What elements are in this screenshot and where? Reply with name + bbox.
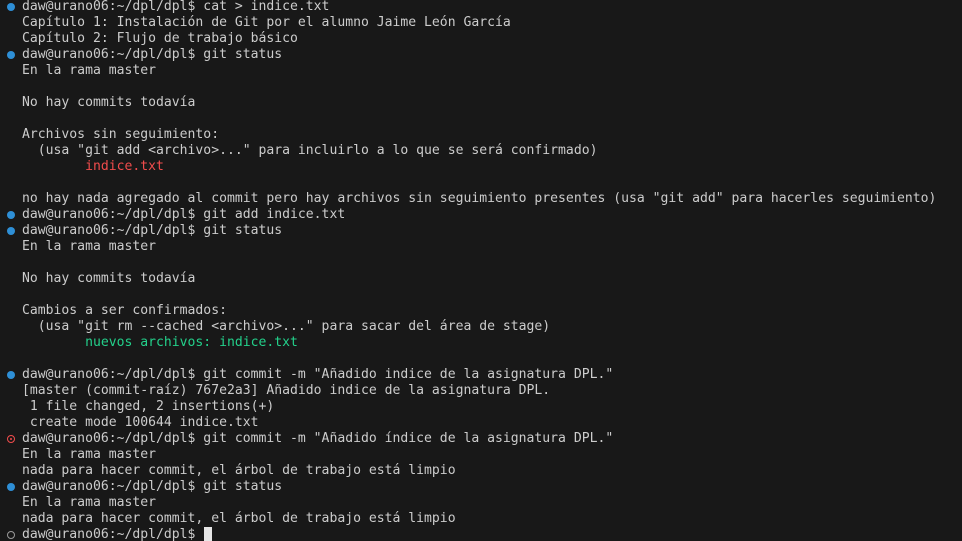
output-line: nada para hacer commit, el árbol de trab… <box>0 463 962 479</box>
prompt-line: daw@urano06:~/dpl/dpl$ git add indice.tx… <box>0 207 962 223</box>
output-line: Archivos sin seguimiento: <box>0 127 962 143</box>
output-line: Cambios a ser confirmados: <box>0 303 962 319</box>
line-text: En la rama master <box>22 495 157 510</box>
line-text: Archivos sin seguimiento: <box>22 127 220 142</box>
output-line: indice.txt <box>0 159 962 175</box>
line-text: No hay commits todavía <box>22 95 196 110</box>
output-line: no hay nada agregado al commit pero hay … <box>0 191 962 207</box>
line-text: Capítulo 1: Instalación de Git por el al… <box>22 15 511 30</box>
output-line: En la rama master <box>0 447 962 463</box>
line-text: (usa "git add <archivo>..." para incluir… <box>22 143 598 158</box>
line-text: 1 file changed, 2 insertions(+) <box>22 399 275 414</box>
output-line: nuevos archivos: indice.txt <box>0 335 962 351</box>
output-line: No hay commits todavía <box>0 271 962 287</box>
command-success-icon[interactable] <box>7 371 15 379</box>
output-line: create mode 100644 indice.txt <box>0 415 962 431</box>
line-text: nada para hacer commit, el árbol de trab… <box>22 511 456 526</box>
line-text: daw@urano06:~/dpl/dpl$ cat > indice.txt <box>22 0 330 14</box>
command-success-icon[interactable] <box>7 3 15 11</box>
command-success-icon[interactable] <box>7 227 15 235</box>
command-error-icon[interactable] <box>7 435 15 443</box>
line-text: [master (commit-raíz) 767e2a3] Añadido i… <box>22 383 551 398</box>
line-text: daw@urano06:~/dpl/dpl$ git add indice.tx… <box>22 207 346 222</box>
output-line: (usa "git rm --cached <archivo>..." para… <box>0 319 962 335</box>
prompt-line: daw@urano06:~/dpl/dpl$ cat > indice.txt <box>0 0 962 15</box>
line-text: daw@urano06:~/dpl/dpl$ git status <box>22 47 283 62</box>
output-line: En la rama master <box>0 239 962 255</box>
line-text: nuevos archivos: indice.txt <box>22 335 298 350</box>
command-success-icon[interactable] <box>7 51 15 59</box>
line-text: daw@urano06:~/dpl/dpl$ git commit -m "Añ… <box>22 431 614 446</box>
line-text: Capítulo 2: Flujo de trabajo básico <box>22 31 298 46</box>
prompt-line: daw@urano06:~/dpl/dpl$ git status <box>0 479 962 495</box>
terminal-window[interactable]: daw@urano06:~/dpl/dpl$ cat > indice.txt C… <box>0 0 962 541</box>
prompt-line: daw@urano06:~/dpl/dpl$ <box>0 527 962 541</box>
line-text: En la rama master <box>22 239 157 254</box>
output-line: En la rama master <box>0 63 962 79</box>
terminal-output: daw@urano06:~/dpl/dpl$ cat > indice.txt C… <box>0 0 962 541</box>
output-line: No hay commits todavía <box>0 95 962 111</box>
output-line: (usa "git add <archivo>..." para incluir… <box>0 143 962 159</box>
command-success-icon[interactable] <box>7 483 15 491</box>
line-text: En la rama master <box>22 447 157 462</box>
line-text: nada para hacer commit, el árbol de trab… <box>22 463 456 478</box>
prompt-line: daw@urano06:~/dpl/dpl$ git status <box>0 47 962 63</box>
output-line: En la rama master <box>0 495 962 511</box>
line-text: daw@urano06:~/dpl/dpl$ <box>22 527 204 541</box>
line-text: En la rama master <box>22 63 157 78</box>
command-success-icon[interactable] <box>7 211 15 219</box>
line-text: No hay commits todavía <box>22 271 196 286</box>
line-text: (usa "git rm --cached <archivo>..." para… <box>22 319 551 334</box>
output-line: Capítulo 1: Instalación de Git por el al… <box>0 15 962 31</box>
output-line: nada para hacer commit, el árbol de trab… <box>0 511 962 527</box>
output-line: 1 file changed, 2 insertions(+) <box>0 399 962 415</box>
line-text: daw@urano06:~/dpl/dpl$ git status <box>22 479 283 494</box>
prompt-line: daw@urano06:~/dpl/dpl$ git commit -m "Añ… <box>0 367 962 383</box>
output-line: [master (commit-raíz) 767e2a3] Añadido i… <box>0 383 962 399</box>
output-line: Capítulo 2: Flujo de trabajo básico <box>0 31 962 47</box>
line-text: daw@urano06:~/dpl/dpl$ git commit -m "Añ… <box>22 367 614 382</box>
line-text: no hay nada agregado al commit pero hay … <box>22 191 937 206</box>
prompt-line: daw@urano06:~/dpl/dpl$ git commit -m "Añ… <box>0 431 962 447</box>
line-text: daw@urano06:~/dpl/dpl$ git status <box>22 223 283 238</box>
line-text: indice.txt <box>22 159 164 174</box>
text-cursor <box>204 527 213 541</box>
line-text: create mode 100644 indice.txt <box>22 415 259 430</box>
prompt-line: daw@urano06:~/dpl/dpl$ git status <box>0 223 962 239</box>
command-pending-icon[interactable] <box>7 531 15 539</box>
line-text: Cambios a ser confirmados: <box>22 303 227 318</box>
